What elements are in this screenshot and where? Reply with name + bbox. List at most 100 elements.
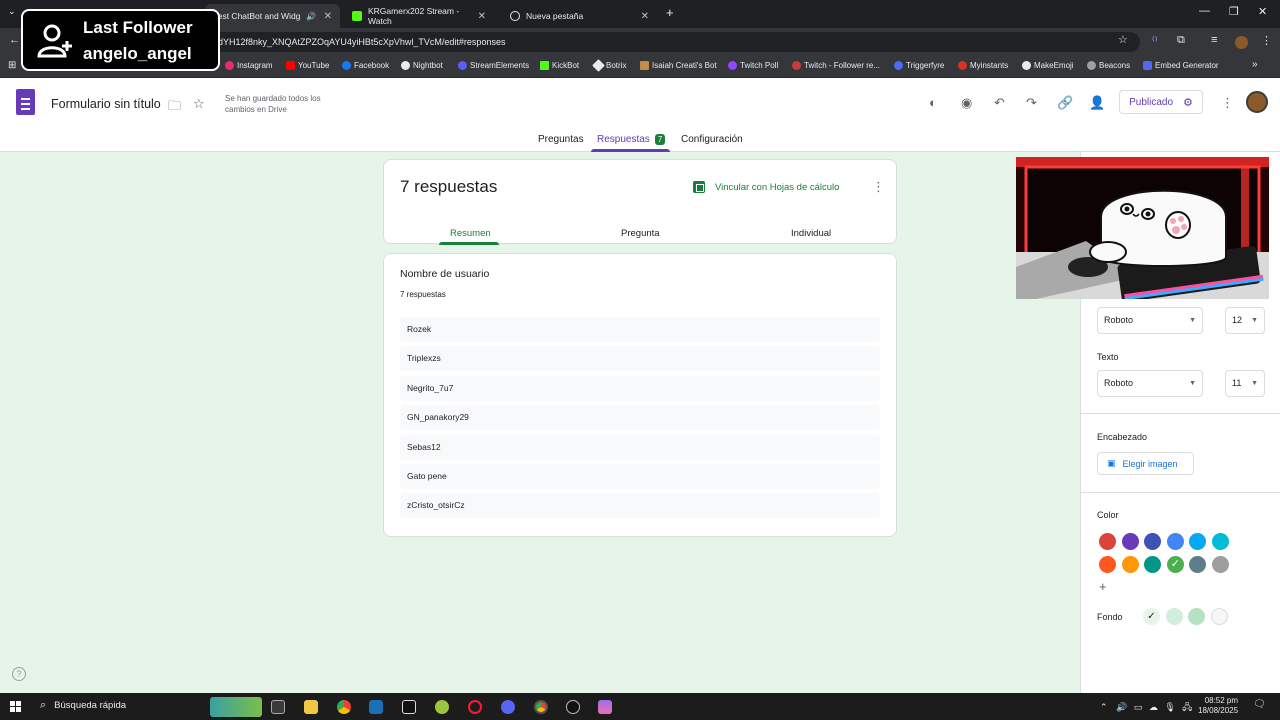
color-swatch[interactable] xyxy=(1166,533,1184,550)
help-icon[interactable]: ? xyxy=(12,667,26,681)
profile-icon[interactable] xyxy=(1235,36,1248,49)
file-explorer-icon[interactable] xyxy=(304,700,318,714)
palette-icon[interactable]: ◐ xyxy=(929,95,937,110)
obs-icon[interactable] xyxy=(402,700,416,714)
undo-icon[interactable]: ↶ xyxy=(994,95,1005,111)
app-icon[interactable] xyxy=(566,700,580,714)
color-swatch[interactable] xyxy=(1189,556,1207,573)
subtab-pregunta[interactable]: Pregunta xyxy=(621,228,660,239)
tab-respuestas[interactable]: Respuestas 7 xyxy=(597,134,666,145)
chrome-active-icon[interactable] xyxy=(534,700,548,714)
publish-button[interactable]: Publicado ⚙ xyxy=(1119,90,1203,114)
bookmark-star-icon[interactable]: ☆ xyxy=(1118,33,1128,46)
close-tab-icon[interactable]: ✕ xyxy=(478,11,486,22)
color-swatch[interactable] xyxy=(1121,533,1139,550)
bookmark-facebook[interactable]: Facebook xyxy=(342,61,389,70)
text-size-select[interactable]: 11 ▼ xyxy=(1225,370,1265,397)
tab-new[interactable]: Nueva pestaña ✕ xyxy=(502,4,657,28)
extensions-puzzle-icon[interactable]: ⧉ xyxy=(1177,34,1185,47)
link-sheets-button[interactable]: Vincular con Hojas de cálculo xyxy=(693,181,839,193)
color-swatch[interactable] xyxy=(1099,533,1116,550)
choose-image-button[interactable]: ▣ Elegir imagen xyxy=(1097,452,1194,475)
bookmark-botrix[interactable]: Botrix xyxy=(592,59,626,72)
app-icon[interactable] xyxy=(598,700,612,714)
bookmark-isaiah[interactable]: Isaiah Creati's Bot xyxy=(640,61,717,70)
color-swatch[interactable] xyxy=(1212,556,1229,573)
notifications-icon[interactable]: 🗨 xyxy=(1253,699,1266,710)
color-swatch[interactable] xyxy=(1189,533,1207,550)
redo-icon[interactable]: ↷ xyxy=(1026,95,1037,111)
back-icon[interactable]: ← xyxy=(9,34,20,46)
extension-icon[interactable]: ⁽⁾ xyxy=(1152,34,1157,47)
bookmark-nightbot[interactable]: Nightbot xyxy=(401,61,443,70)
bookmark-makeemoji[interactable]: MakeEmoji xyxy=(1022,61,1074,70)
background-swatch[interactable] xyxy=(1210,608,1228,625)
new-tab-icon[interactable]: + xyxy=(666,5,674,20)
folder-icon[interactable]: 🗀 xyxy=(168,97,181,119)
subtab-individual[interactable]: Individual xyxy=(791,228,831,239)
preview-eye-icon[interactable]: ◉ xyxy=(961,95,972,111)
add-color-icon[interactable]: + xyxy=(1099,579,1107,594)
star-icon[interactable]: ☆ xyxy=(193,96,205,112)
tab-configuracion[interactable]: Configuración xyxy=(681,134,743,145)
color-swatch[interactable] xyxy=(1212,533,1229,550)
avatar[interactable] xyxy=(1246,91,1268,113)
tab-search-icon[interactable]: ⌄ xyxy=(8,6,16,17)
color-swatch[interactable]: ✓ xyxy=(1166,556,1184,573)
background-swatch[interactable]: ✓ xyxy=(1143,608,1160,625)
taskbar-search[interactable]: ⌕ Búsqueda rápida xyxy=(40,699,126,712)
close-tab-icon[interactable]: ✕ xyxy=(324,11,332,22)
tab-stream[interactable]: KRGamerx202 Stream - Watch ✕ xyxy=(344,4,494,28)
bookmark-youtube[interactable]: YouTube xyxy=(286,61,329,70)
color-swatch[interactable] xyxy=(1144,533,1162,550)
save-status: Se han guardado todos los cambios en Dri… xyxy=(225,94,321,114)
tab-title: KRGamerx202 Stream - Watch xyxy=(368,6,460,26)
header-font-select[interactable]: Roboto ▼ xyxy=(1097,307,1203,334)
bookmark-twitch-poll[interactable]: Twitch Poll xyxy=(728,61,778,70)
more-options-icon[interactable]: ⋮ xyxy=(1221,95,1234,111)
task-view-icon[interactable] xyxy=(271,700,285,714)
widgets-icon[interactable] xyxy=(210,697,262,717)
header-size-select[interactable]: 12 ▼ xyxy=(1225,307,1265,334)
close-tab-icon[interactable]: ✕ xyxy=(641,11,649,22)
color-swatch[interactable] xyxy=(1121,556,1139,573)
bookmark-twitch-follower[interactable]: Twitch - Follower re... xyxy=(792,61,880,70)
link-icon[interactable]: 🔗 xyxy=(1057,95,1073,111)
media-icon[interactable]: ≡ xyxy=(1211,34,1217,46)
bookmark-streamelements[interactable]: StreamElements xyxy=(458,61,529,70)
bookmark-instagram[interactable]: Instagram xyxy=(225,61,273,70)
minimize-icon[interactable]: — xyxy=(1199,5,1210,17)
add-collaborator-icon[interactable]: 👤 xyxy=(1089,95,1105,111)
tab-preguntas[interactable]: Preguntas xyxy=(538,134,584,145)
color-swatch[interactable] xyxy=(1144,556,1162,573)
bookmark-embed-generator[interactable]: Embed Generator xyxy=(1143,61,1219,70)
restore-icon[interactable]: ❐ xyxy=(1229,5,1239,18)
more-bookmarks-icon[interactable]: » xyxy=(1252,59,1258,70)
discord-icon[interactable] xyxy=(501,700,515,714)
color-swatch[interactable] xyxy=(1099,556,1116,573)
apps-grid-icon[interactable]: ⊞ xyxy=(8,60,16,71)
more-options-icon[interactable]: ⋮ xyxy=(872,179,885,195)
tab-chatbot[interactable]: best ChatBot and Widg 🔊 ✕ xyxy=(205,4,340,28)
background-swatch[interactable] xyxy=(1165,608,1183,625)
system-tray[interactable]: ⌃ 🔊 ▭ ☁ 🎙 🖧 xyxy=(1100,700,1192,716)
clock[interactable]: 08:52 pm 18/08/2025 xyxy=(1198,696,1238,716)
close-window-icon[interactable]: ✕ xyxy=(1258,5,1267,18)
opera-gx-icon[interactable] xyxy=(468,700,482,714)
background-swatch[interactable] xyxy=(1188,608,1206,625)
google-forms-logo-icon[interactable] xyxy=(16,89,35,115)
steam-icon[interactable] xyxy=(369,700,383,714)
app-icon[interactable] xyxy=(435,700,449,714)
bookmark-triggerfyre[interactable]: Triggerfyre xyxy=(894,61,944,70)
form-title[interactable]: Formulario sin título xyxy=(51,97,161,111)
text-font-select[interactable]: Roboto ▼ xyxy=(1097,370,1203,397)
windows-start-icon[interactable] xyxy=(10,701,22,713)
bookmark-kickbot[interactable]: KickBot xyxy=(540,61,579,70)
bookmark-beacons[interactable]: Beacons xyxy=(1087,61,1130,70)
url-field[interactable]: dYH12f8nky_XNQAtZPZOqAYU4yiHBt5cXpVhwl_T… xyxy=(150,32,1140,52)
chrome-icon[interactable] xyxy=(337,700,351,714)
bookmark-myinstants[interactable]: Myinstants xyxy=(958,61,1008,70)
subtab-resumen[interactable]: Resumen xyxy=(450,228,491,239)
bookmark-label: Isaiah Creati's Bot xyxy=(652,61,717,70)
chrome-menu-icon[interactable]: ⋮ xyxy=(1261,34,1272,47)
